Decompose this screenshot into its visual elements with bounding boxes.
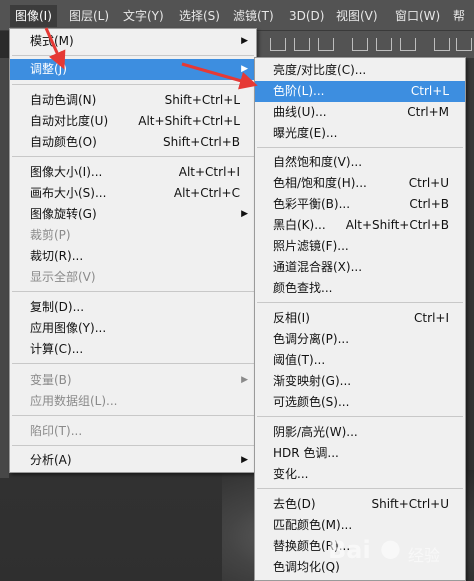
- menu-item-variations[interactable]: 变化...: [255, 464, 465, 485]
- menu-separator: [257, 302, 463, 303]
- menu-item-invert[interactable]: 反相(I) Ctrl+I: [255, 308, 465, 329]
- menu-item-shadows-highlights[interactable]: 阴影/高光(W)...: [255, 422, 465, 443]
- menu-separator: [12, 415, 254, 416]
- menu-separator: [12, 291, 254, 292]
- menu-item-image-rotation[interactable]: 图像旋转(G) ▶: [10, 204, 256, 225]
- menu-item-reveal-all: 显示全部(V): [30, 270, 96, 284]
- menu-item-mode[interactable]: 模式(M) ▶: [10, 31, 256, 52]
- menu-item-apply-image[interactable]: 应用图像(Y)...: [10, 318, 256, 339]
- menu-item-auto-tone[interactable]: 自动色调(N) Shift+Ctrl+L: [10, 90, 256, 111]
- menu-item-image-size[interactable]: 图像大小(I)... Alt+Ctrl+I: [10, 162, 256, 183]
- submenu-arrow-icon: ▶: [241, 209, 248, 219]
- menu-item-exposure[interactable]: 曝光度(E)...: [255, 123, 465, 144]
- submenu-arrow-icon: ▶: [241, 36, 248, 46]
- menu-item-brightness-contrast[interactable]: 亮度/对比度(C)...: [255, 60, 465, 81]
- menu-item-curves[interactable]: 曲线(U)... Ctrl+M: [255, 102, 465, 123]
- distribute-icon[interactable]: [352, 38, 368, 51]
- menu-item-auto-color[interactable]: 自动颜色(O) Shift+Ctrl+B: [10, 132, 256, 153]
- menu-item-crop: 裁剪(P): [30, 228, 71, 242]
- paw-icon: ●: [380, 534, 401, 562]
- menu-item-hue-saturation[interactable]: 色相/饱和度(H)... Ctrl+U: [255, 173, 465, 194]
- menu-item-trim[interactable]: 裁切(R)...: [10, 246, 256, 267]
- menu-separator: [257, 147, 463, 148]
- menu-item-apply-data-set: 应用数据组(L)...: [30, 394, 118, 408]
- menu-image[interactable]: 图像(I): [10, 5, 57, 27]
- menu-item-auto-contrast[interactable]: 自动对比度(U) Alt+Shift+Ctrl+L: [10, 111, 256, 132]
- menu-separator: [12, 55, 254, 56]
- watermark-logo: Bai ● 经验: [328, 532, 474, 572]
- menu-item-desaturate[interactable]: 去色(D) Shift+Ctrl+U: [255, 494, 465, 515]
- submenu-arrow-icon: ▶: [241, 455, 248, 465]
- menu-window[interactable]: 窗口(W): [390, 5, 445, 27]
- menu-type[interactable]: 文字(Y): [118, 5, 169, 27]
- distribute-icon[interactable]: [456, 38, 472, 51]
- menu-item-vibrance[interactable]: 自然饱和度(V)...: [255, 152, 465, 173]
- menu-item-selective-color[interactable]: 可选颜色(S)...: [255, 392, 465, 413]
- menu-bar: 图像(I) 图层(L) 文字(Y) 选择(S) 滤镜(T) 3D(D) 视图(V…: [0, 0, 474, 31]
- menu-item-levels[interactable]: 色阶(L)... Ctrl+L: [255, 81, 465, 102]
- menu-item-duplicate[interactable]: 复制(D)...: [10, 297, 256, 318]
- watermark-suffix: 经验: [408, 546, 441, 565]
- menu-item-variables: 变量(B) ▶: [10, 370, 256, 391]
- menu-view[interactable]: 视图(V): [331, 5, 383, 27]
- menu-item-analysis[interactable]: 分析(A) ▶: [10, 450, 256, 471]
- menu-item-adjustments[interactable]: 调整(J) ▶: [10, 59, 256, 80]
- submenu-arrow-icon: ▶: [241, 64, 248, 74]
- options-bar: [256, 30, 474, 59]
- align-icon[interactable]: [318, 38, 334, 51]
- menu-item-color-balance[interactable]: 色彩平衡(B)... Ctrl+B: [255, 194, 465, 215]
- menu-item-threshold[interactable]: 阈值(T)...: [255, 350, 465, 371]
- menu-select[interactable]: 选择(S): [174, 5, 225, 27]
- menu-item-canvas-size[interactable]: 画布大小(S)... Alt+Ctrl+C: [10, 183, 256, 204]
- submenu-arrow-icon: ▶: [241, 375, 248, 385]
- menu-item-calculations[interactable]: 计算(C)...: [10, 339, 256, 360]
- menu-separator: [257, 488, 463, 489]
- menu-separator: [12, 156, 254, 157]
- watermark-text: Bai: [328, 536, 371, 564]
- align-icon[interactable]: [294, 38, 310, 51]
- menu-separator: [12, 84, 254, 85]
- menu-separator: [12, 363, 254, 364]
- align-icon[interactable]: [270, 38, 286, 51]
- menu-item-posterize[interactable]: 色调分离(P)...: [255, 329, 465, 350]
- tools-panel-edge: [0, 58, 9, 478]
- menu-item-channel-mixer[interactable]: 通道混合器(X)...: [255, 257, 465, 278]
- menu-3d[interactable]: 3D(D): [284, 5, 329, 27]
- menu-item-color-lookup[interactable]: 颜色查找...: [255, 278, 465, 299]
- menu-layer[interactable]: 图层(L): [64, 5, 114, 27]
- distribute-icon[interactable]: [434, 38, 450, 51]
- adjustments-submenu: 亮度/对比度(C)... 色阶(L)... Ctrl+L 曲线(U)... Ctrl…: [254, 57, 466, 581]
- menu-item-black-white[interactable]: 黑白(K)... Alt+Shift+Ctrl+B: [255, 215, 465, 236]
- menu-item-trap: 陷印(T)...: [30, 424, 83, 438]
- distribute-icon[interactable]: [400, 38, 416, 51]
- menu-separator: [12, 445, 254, 446]
- menu-item-photo-filter[interactable]: 照片滤镜(F)...: [255, 236, 465, 257]
- menu-item-gradient-map[interactable]: 渐变映射(G)...: [255, 371, 465, 392]
- distribute-icon[interactable]: [376, 38, 392, 51]
- menu-help[interactable]: 帮: [448, 5, 470, 27]
- menu-item-hdr-toning[interactable]: HDR 色调...: [255, 443, 465, 464]
- image-menu: 模式(M) ▶ 调整(J) ▶ 自动色调(N) Shift+Ctrl+L 自动对比度(…: [9, 28, 257, 473]
- menu-filter[interactable]: 滤镜(T): [228, 5, 279, 27]
- menu-separator: [257, 416, 463, 417]
